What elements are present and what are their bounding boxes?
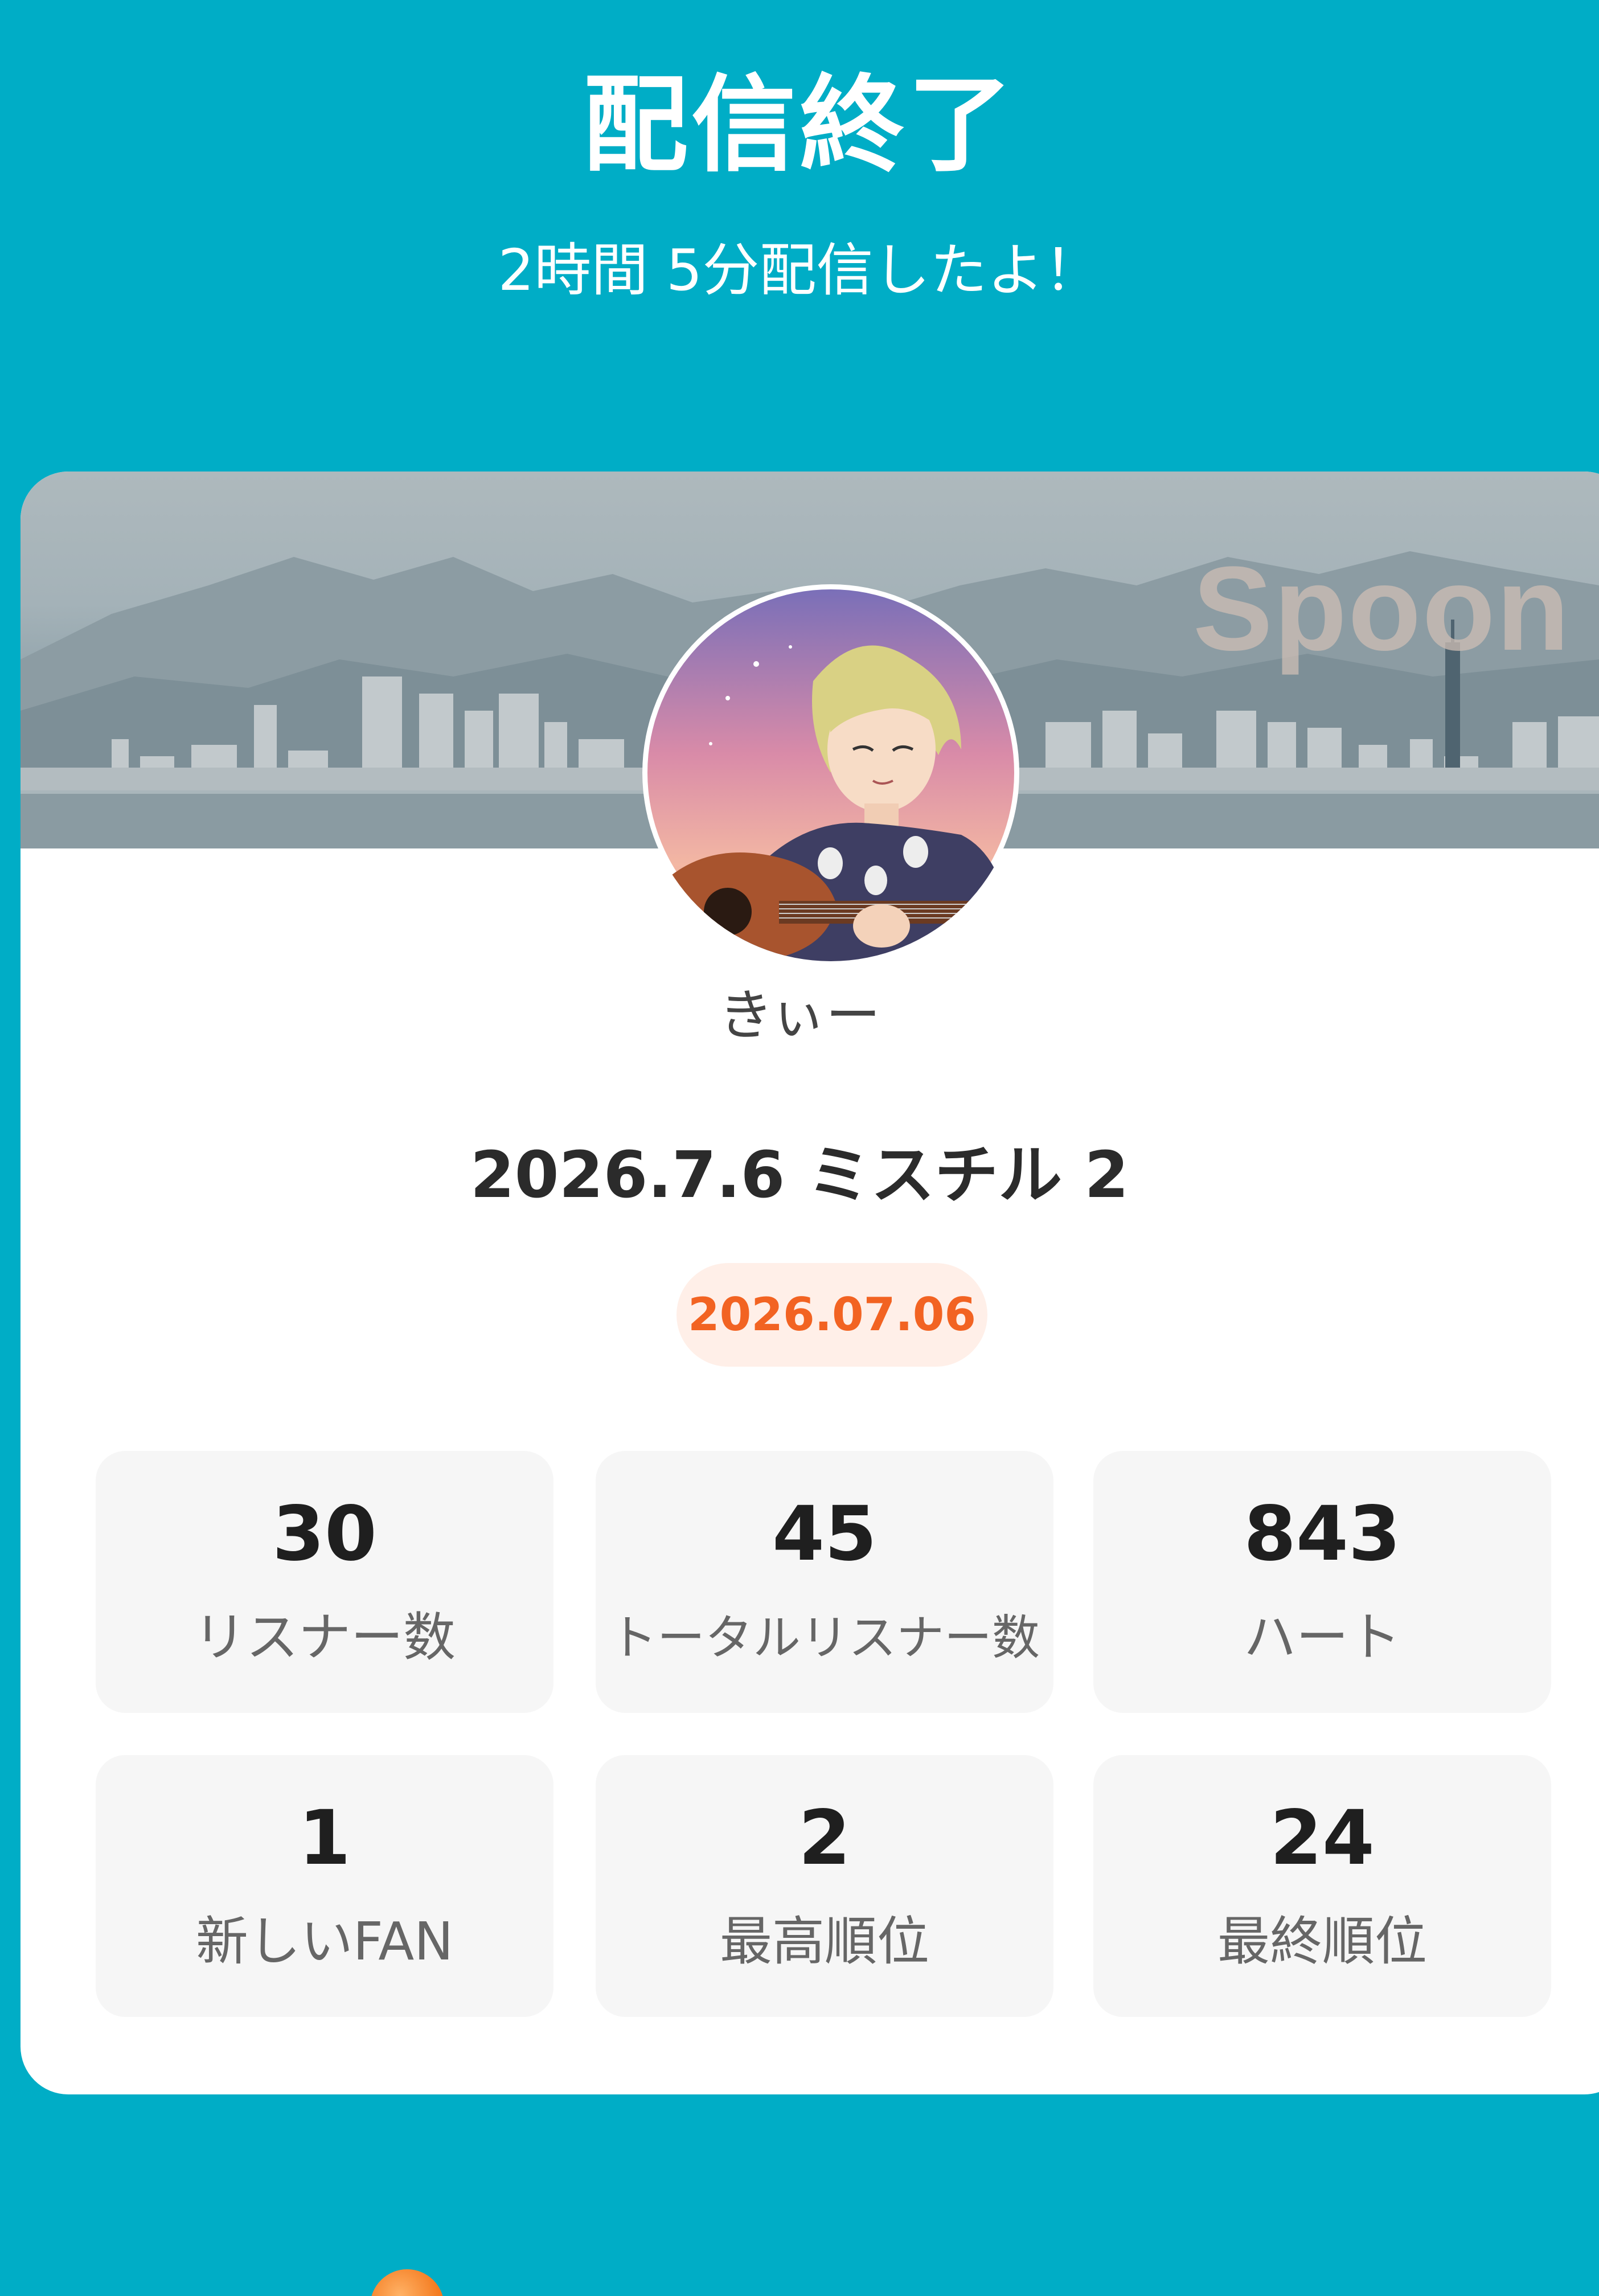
stat-label: 新しいFAN xyxy=(195,1911,454,1972)
page-title: 配信終了 xyxy=(583,64,1016,186)
broadcast-date-badge: 2026.07.06 xyxy=(676,1263,987,1367)
stat-value: 2 xyxy=(798,1794,851,1882)
stat-label: 最終順位 xyxy=(1217,1911,1427,1972)
stat-label: 最高順位 xyxy=(719,1911,929,1972)
stat-total-listeners: 45 トータルリスナー数 xyxy=(596,1451,1053,1713)
stat-value: 1 xyxy=(298,1794,351,1882)
stat-new-fans: 1 新しいFAN xyxy=(96,1755,554,2017)
stat-label: ハート xyxy=(1243,1607,1401,1668)
stat-value: 843 xyxy=(1244,1490,1401,1578)
broadcast-title: 2026.7.6 ミスチル 2 xyxy=(470,1138,1129,1212)
avatar-illustration-icon xyxy=(647,589,1014,961)
username[interactable]: きぃー xyxy=(0,978,1599,1052)
stat-highest-rank: 2 最高順位 xyxy=(596,1755,1053,2017)
profile-avatar[interactable] xyxy=(642,584,1019,961)
stat-final-rank: 24 最終順位 xyxy=(1093,1755,1551,2017)
stat-value: 30 xyxy=(272,1490,377,1578)
broadcast-duration: 2時間 5分配信したよ！ xyxy=(498,237,1101,304)
spoon-logo: Spoon xyxy=(1192,542,1571,675)
coin-icon xyxy=(370,2269,444,2296)
stat-hearts: 843 ハート xyxy=(1093,1451,1551,1713)
stat-listeners: 30 リスナー数 xyxy=(96,1451,554,1713)
stat-label: トータルリスナー数 xyxy=(609,1610,1040,1666)
stat-label: リスナー数 xyxy=(193,1607,456,1668)
stat-value: 24 xyxy=(1270,1794,1375,1882)
broadcast-end-screen: 配信終了 2時間 5分配信したよ！ Spoon きぃー 2026.7.6 ミスチ… xyxy=(0,0,1599,2296)
stat-value: 45 xyxy=(772,1490,877,1578)
